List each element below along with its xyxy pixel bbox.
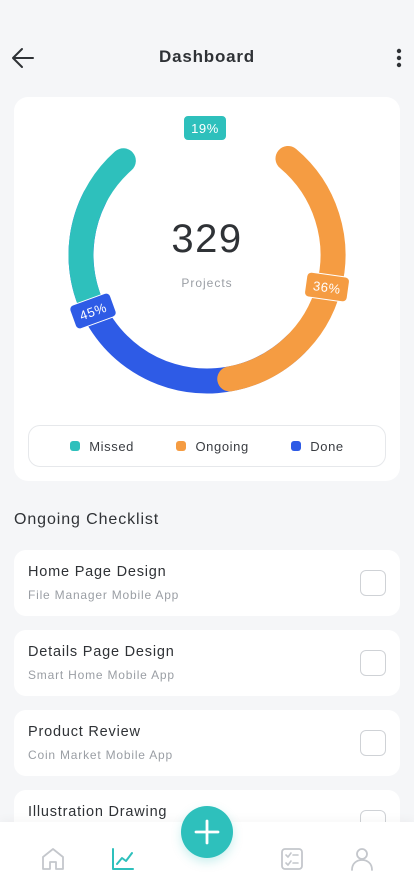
task-title: Home Page Design bbox=[28, 564, 167, 580]
tab-checklist[interactable] bbox=[279, 846, 305, 872]
task-checkbox[interactable] bbox=[360, 730, 386, 756]
checklist-item[interactable]: Product Review Coin Market Mobile App bbox=[14, 710, 400, 776]
more-options-button[interactable] bbox=[392, 46, 406, 70]
tab-home[interactable] bbox=[40, 846, 66, 872]
checklist-item[interactable]: Home Page Design File Manager Mobile App bbox=[14, 550, 400, 616]
chart-legend: Missed Ongoing Done bbox=[28, 425, 386, 467]
task-title: Details Page Design bbox=[28, 644, 175, 660]
task-checkbox[interactable] bbox=[360, 570, 386, 596]
profile-icon bbox=[351, 848, 373, 871]
tab-profile[interactable] bbox=[349, 846, 375, 872]
percent-badge-ongoing: 36% bbox=[303, 270, 351, 303]
add-button[interactable] bbox=[181, 806, 233, 858]
legend-dot-done bbox=[291, 441, 302, 451]
donut-segment-ongoing bbox=[217, 145, 346, 392]
task-checkbox[interactable] bbox=[360, 650, 386, 676]
header: Dashboard bbox=[0, 0, 414, 96]
task-title: Illustration Drawing bbox=[28, 804, 168, 820]
page-title: Dashboard bbox=[159, 47, 255, 66]
legend-dot-ongoing bbox=[176, 441, 187, 451]
legend-label-done: Done bbox=[310, 438, 344, 454]
checklist-item[interactable]: Details Page Design Smart Home Mobile Ap… bbox=[14, 630, 400, 696]
legend-label-missed: Missed bbox=[89, 438, 134, 454]
legend-item-ongoing: Ongoing bbox=[176, 439, 248, 454]
task-subtitle: Smart Home Mobile App bbox=[28, 668, 175, 682]
percent-badge-missed: 19% bbox=[183, 115, 227, 141]
checklist-section-title: Ongoing Checklist bbox=[14, 511, 160, 528]
legend-dot-missed bbox=[70, 441, 81, 451]
total-projects-value: 329 bbox=[171, 217, 243, 261]
legend-label-ongoing: Ongoing bbox=[195, 438, 249, 454]
home-icon bbox=[42, 848, 64, 870]
chart-icon bbox=[112, 848, 134, 870]
project-stats-card: 329 Projects 19% 36% 45% Missed Ongoing Do… bbox=[14, 97, 400, 481]
checklist-icon bbox=[281, 848, 303, 870]
task-subtitle: Coin Market Mobile App bbox=[28, 748, 173, 762]
task-title: Product Review bbox=[28, 724, 141, 740]
task-subtitle: File Manager Mobile App bbox=[28, 588, 180, 602]
tab-statistics[interactable] bbox=[110, 846, 136, 872]
legend-item-done: Done bbox=[291, 439, 343, 454]
plus-icon bbox=[194, 819, 220, 845]
legend-item-missed: Missed bbox=[70, 439, 134, 454]
more-vertical-icon bbox=[396, 48, 402, 68]
